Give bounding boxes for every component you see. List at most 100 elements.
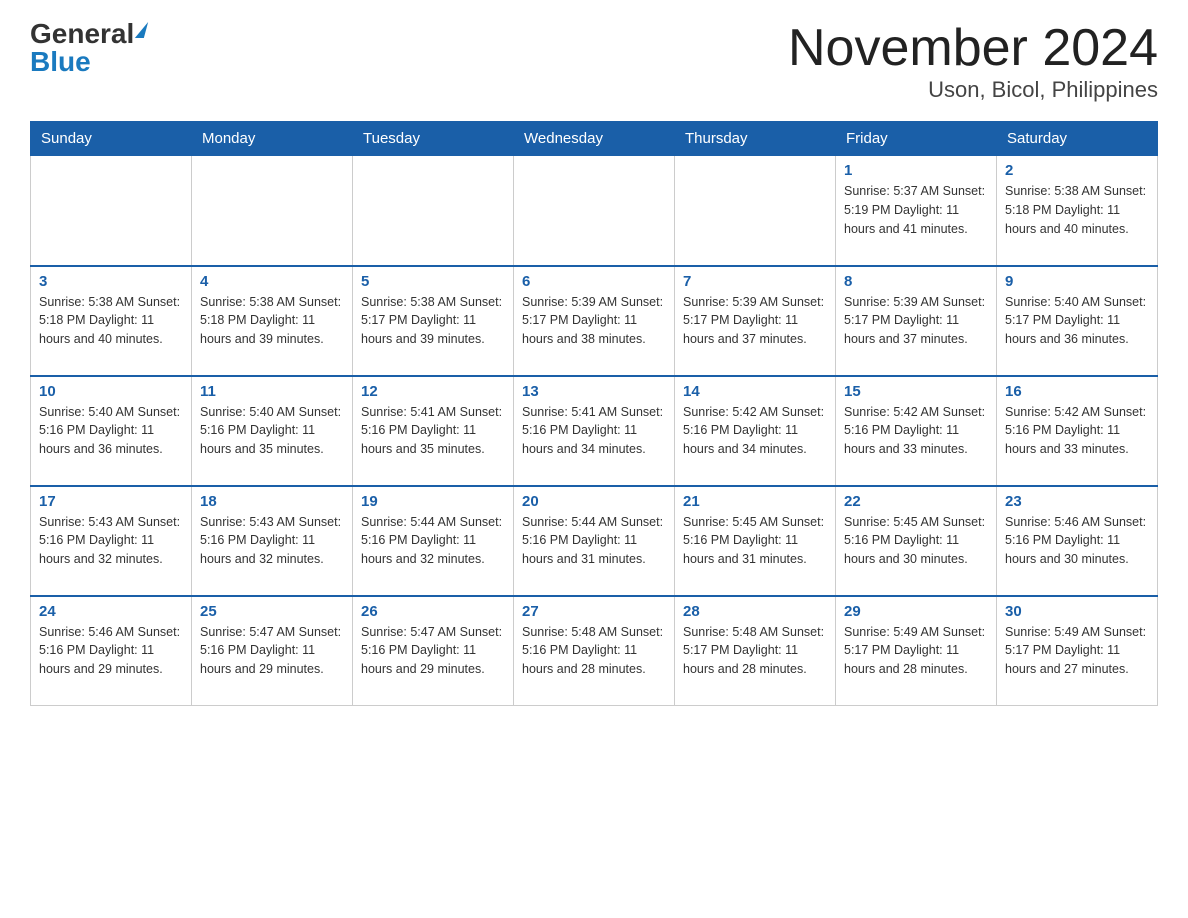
day-info: Sunrise: 5:42 AM Sunset: 5:16 PM Dayligh… — [1005, 403, 1149, 459]
day-info: Sunrise: 5:42 AM Sunset: 5:16 PM Dayligh… — [683, 403, 827, 459]
day-number: 14 — [683, 383, 827, 400]
day-info: Sunrise: 5:43 AM Sunset: 5:16 PM Dayligh… — [200, 513, 344, 569]
calendar-header-row: SundayMondayTuesdayWednesdayThursdayFrid… — [31, 122, 1158, 156]
day-info: Sunrise: 5:40 AM Sunset: 5:16 PM Dayligh… — [200, 403, 344, 459]
day-number: 15 — [844, 383, 988, 400]
day-info: Sunrise: 5:38 AM Sunset: 5:18 PM Dayligh… — [39, 293, 183, 349]
location-title: Uson, Bicol, Philippines — [788, 77, 1158, 103]
calendar-week-row: 1Sunrise: 5:37 AM Sunset: 5:19 PM Daylig… — [31, 156, 1158, 266]
day-info: Sunrise: 5:45 AM Sunset: 5:16 PM Dayligh… — [844, 513, 988, 569]
day-info: Sunrise: 5:38 AM Sunset: 5:17 PM Dayligh… — [361, 293, 505, 349]
day-info: Sunrise: 5:47 AM Sunset: 5:16 PM Dayligh… — [200, 623, 344, 679]
day-info: Sunrise: 5:39 AM Sunset: 5:17 PM Dayligh… — [683, 293, 827, 349]
calendar-cell — [353, 156, 514, 266]
day-number: 1 — [844, 162, 988, 179]
month-title: November 2024 — [788, 20, 1158, 77]
col-header-saturday: Saturday — [997, 122, 1158, 156]
calendar-cell: 2 Sunrise: 5:38 AM Sunset: 5:18 PM Daylig… — [997, 156, 1158, 266]
day-number: 6 — [522, 273, 666, 290]
day-info: Sunrise: 5:42 AM Sunset: 5:16 PM Dayligh… — [844, 403, 988, 459]
calendar-cell: 15 Sunrise: 5:42 AM Sunset: 5:16 PM Dayli… — [836, 376, 997, 486]
day-number: 28 — [683, 603, 827, 620]
calendar-cell: 24 Sunrise: 5:46 AM Sunset: 5:16 PM Dayli… — [31, 596, 192, 706]
day-number: 18 — [200, 493, 344, 510]
calendar-cell: 8 Sunrise: 5:39 AM Sunset: 5:17 PM Daylig… — [836, 266, 997, 376]
day-info: Sunrise: 5:45 AM Sunset: 5:16 PM Dayligh… — [683, 513, 827, 569]
calendar-cell: 1Sunrise: 5:37 AM Sunset: 5:19 PM Daylig… — [836, 156, 997, 266]
day-info: Sunrise: 5:38 AM Sunset: 5:18 PM Dayligh… — [200, 293, 344, 349]
calendar-cell: 13Sunrise: 5:41 AM Sunset: 5:16 PM Dayli… — [514, 376, 675, 486]
calendar-cell: 9 Sunrise: 5:40 AM Sunset: 5:17 PM Daylig… — [997, 266, 1158, 376]
col-header-wednesday: Wednesday — [514, 122, 675, 156]
calendar-cell: 20 Sunrise: 5:44 AM Sunset: 5:16 PM Dayli… — [514, 486, 675, 596]
calendar-week-row: 17 Sunrise: 5:43 AM Sunset: 5:16 PM Dayli… — [31, 486, 1158, 596]
day-number: 3 — [39, 273, 183, 290]
calendar-cell: 29 Sunrise: 5:49 AM Sunset: 5:17 PM Dayli… — [836, 596, 997, 706]
calendar-cell: 14 Sunrise: 5:42 AM Sunset: 5:16 PM Dayli… — [675, 376, 836, 486]
day-number: 5 — [361, 273, 505, 290]
day-number: 8 — [844, 273, 988, 290]
day-number: 7 — [683, 273, 827, 290]
day-number: 21 — [683, 493, 827, 510]
day-info: Sunrise: 5:44 AM Sunset: 5:16 PM Dayligh… — [522, 513, 666, 569]
day-number: 23 — [1005, 493, 1149, 510]
calendar-cell — [514, 156, 675, 266]
calendar-week-row: 3 Sunrise: 5:38 AM Sunset: 5:18 PM Daylig… — [31, 266, 1158, 376]
calendar-cell: 3 Sunrise: 5:38 AM Sunset: 5:18 PM Daylig… — [31, 266, 192, 376]
col-header-sunday: Sunday — [31, 122, 192, 156]
day-info: Sunrise: 5:48 AM Sunset: 5:17 PM Dayligh… — [683, 623, 827, 679]
calendar-cell: 11 Sunrise: 5:40 AM Sunset: 5:16 PM Dayli… — [192, 376, 353, 486]
calendar-cell — [31, 156, 192, 266]
calendar-cell: 21 Sunrise: 5:45 AM Sunset: 5:16 PM Dayli… — [675, 486, 836, 596]
calendar-cell: 19Sunrise: 5:44 AM Sunset: 5:16 PM Dayli… — [353, 486, 514, 596]
day-info: Sunrise: 5:41 AM Sunset: 5:16 PM Dayligh… — [522, 403, 666, 459]
day-number: 9 — [1005, 273, 1149, 290]
calendar-cell: 25 Sunrise: 5:47 AM Sunset: 5:16 PM Dayli… — [192, 596, 353, 706]
day-info: Sunrise: 5:38 AM Sunset: 5:18 PM Dayligh… — [1005, 182, 1149, 238]
calendar-week-row: 10Sunrise: 5:40 AM Sunset: 5:16 PM Dayli… — [31, 376, 1158, 486]
day-number: 29 — [844, 603, 988, 620]
calendar-cell: 28 Sunrise: 5:48 AM Sunset: 5:17 PM Dayli… — [675, 596, 836, 706]
day-number: 4 — [200, 273, 344, 290]
day-info: Sunrise: 5:40 AM Sunset: 5:17 PM Dayligh… — [1005, 293, 1149, 349]
day-number: 26 — [361, 603, 505, 620]
col-header-thursday: Thursday — [675, 122, 836, 156]
calendar-cell: 27Sunrise: 5:48 AM Sunset: 5:16 PM Dayli… — [514, 596, 675, 706]
page-header: General Blue November 2024 Uson, Bicol, … — [30, 20, 1158, 103]
day-number: 24 — [39, 603, 183, 620]
day-number: 25 — [200, 603, 344, 620]
calendar-cell: 5 Sunrise: 5:38 AM Sunset: 5:17 PM Daylig… — [353, 266, 514, 376]
day-info: Sunrise: 5:41 AM Sunset: 5:16 PM Dayligh… — [361, 403, 505, 459]
day-number: 22 — [844, 493, 988, 510]
calendar-cell: 6 Sunrise: 5:39 AM Sunset: 5:17 PM Daylig… — [514, 266, 675, 376]
day-number: 11 — [200, 383, 344, 400]
col-header-friday: Friday — [836, 122, 997, 156]
calendar-cell: 12 Sunrise: 5:41 AM Sunset: 5:16 PM Dayli… — [353, 376, 514, 486]
day-number: 20 — [522, 493, 666, 510]
day-number: 30 — [1005, 603, 1149, 620]
calendar-cell: 10Sunrise: 5:40 AM Sunset: 5:16 PM Dayli… — [31, 376, 192, 486]
day-info: Sunrise: 5:39 AM Sunset: 5:17 PM Dayligh… — [844, 293, 988, 349]
calendar-table: SundayMondayTuesdayWednesdayThursdayFrid… — [30, 121, 1158, 706]
calendar-week-row: 24 Sunrise: 5:46 AM Sunset: 5:16 PM Dayli… — [31, 596, 1158, 706]
calendar-cell: 23 Sunrise: 5:46 AM Sunset: 5:16 PM Dayli… — [997, 486, 1158, 596]
day-info: Sunrise: 5:47 AM Sunset: 5:16 PM Dayligh… — [361, 623, 505, 679]
logo-general-text: General — [30, 20, 134, 48]
logo: General Blue — [30, 20, 146, 76]
day-info: Sunrise: 5:46 AM Sunset: 5:16 PM Dayligh… — [39, 623, 183, 679]
day-info: Sunrise: 5:49 AM Sunset: 5:17 PM Dayligh… — [844, 623, 988, 679]
day-number: 12 — [361, 383, 505, 400]
calendar-cell — [192, 156, 353, 266]
day-number: 17 — [39, 493, 183, 510]
day-info: Sunrise: 5:39 AM Sunset: 5:17 PM Dayligh… — [522, 293, 666, 349]
calendar-cell — [675, 156, 836, 266]
calendar-cell: 18 Sunrise: 5:43 AM Sunset: 5:16 PM Dayli… — [192, 486, 353, 596]
day-info: Sunrise: 5:43 AM Sunset: 5:16 PM Dayligh… — [39, 513, 183, 569]
day-info: Sunrise: 5:40 AM Sunset: 5:16 PM Dayligh… — [39, 403, 183, 459]
day-info: Sunrise: 5:46 AM Sunset: 5:16 PM Dayligh… — [1005, 513, 1149, 569]
calendar-cell: 7 Sunrise: 5:39 AM Sunset: 5:17 PM Daylig… — [675, 266, 836, 376]
calendar-cell: 4 Sunrise: 5:38 AM Sunset: 5:18 PM Daylig… — [192, 266, 353, 376]
day-number: 2 — [1005, 162, 1149, 179]
calendar-cell: 22 Sunrise: 5:45 AM Sunset: 5:16 PM Dayli… — [836, 486, 997, 596]
calendar-cell: 30Sunrise: 5:49 AM Sunset: 5:17 PM Dayli… — [997, 596, 1158, 706]
